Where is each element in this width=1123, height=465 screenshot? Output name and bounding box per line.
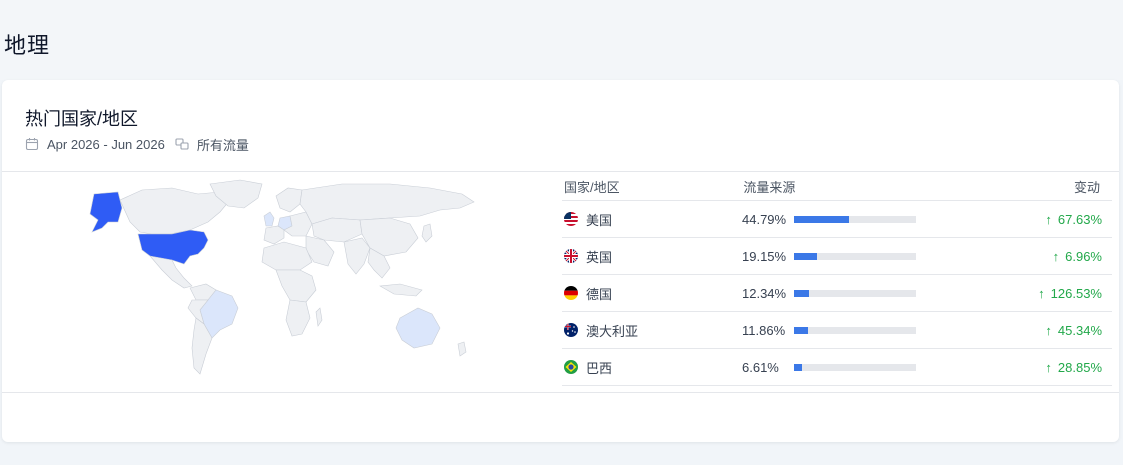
traffic-bar-fill [794, 326, 809, 334]
map-new-zealand [457, 341, 467, 357]
card-meta: Apr 2026 - Jun 2026 所有流量 [25, 135, 249, 153]
table-row[interactable]: 巴西 6.61% ↑ 28.85% [562, 349, 1112, 386]
traffic-bar-fill [794, 252, 818, 260]
world-map[interactable] [80, 178, 485, 378]
map-west-europe [263, 225, 285, 245]
calendar-icon [25, 137, 39, 151]
table-header: 国家/地区 流量来源 变动 [562, 172, 1112, 201]
table-row[interactable]: 德国 12.34% ↑ 126.53% [562, 275, 1112, 312]
change-value: ↑ 67.63% [1045, 211, 1102, 227]
map-north-africa [261, 241, 313, 271]
au-flag-icon [564, 323, 578, 337]
arrow-up-icon: ↑ [1045, 359, 1052, 375]
uk-flag-icon [564, 249, 578, 263]
traffic-bar [794, 252, 916, 260]
country-name: 英国 [586, 249, 613, 265]
header-traffic[interactable]: 流量来源 [743, 177, 932, 196]
traffic-percent: 19.15% [742, 248, 787, 264]
arrow-up-icon: ↑ [1052, 248, 1060, 264]
card-title: 热门国家/地区 [25, 109, 139, 129]
map-canada [119, 187, 231, 235]
map-united-states [137, 229, 209, 265]
map-united-kingdom [263, 211, 275, 227]
change-value: ↑ 6.96% [1052, 248, 1102, 264]
traffic-bar-fill [794, 363, 803, 371]
table-row[interactable]: 澳大利亚 11.86% ↑ 45.34% [562, 312, 1112, 349]
change-value: ↑ 28.85% [1045, 359, 1102, 375]
country-name: 美国 [586, 212, 613, 228]
us-flag-icon [564, 212, 578, 226]
page-header: 地理 [0, 0, 1123, 80]
traffic-percent: 6.61% [742, 359, 779, 375]
map-alaska [89, 191, 123, 233]
map-japan [421, 223, 433, 243]
map-central-asia [311, 217, 363, 243]
header-change[interactable]: 变动 [933, 177, 1112, 196]
divider [2, 392, 1119, 393]
map-scandinavia [275, 187, 303, 213]
country-name: 澳大利亚 [586, 323, 639, 339]
table-row[interactable]: 美国 44.79% ↑ 67.63% [562, 201, 1112, 238]
de-flag-icon [564, 286, 578, 300]
traffic-percent: 44.79% [742, 211, 787, 227]
traffic-filter-icon [175, 137, 189, 151]
change-value: ↑ 45.34% [1045, 322, 1102, 338]
arrow-up-icon: ↑ [1038, 285, 1045, 301]
date-range[interactable]: Apr 2026 - Jun 2026 [47, 137, 165, 152]
traffic-bar-fill [794, 289, 810, 297]
map-southern-africa [285, 299, 311, 337]
arrow-up-icon: ↑ [1045, 322, 1052, 338]
arrow-up-icon: ↑ [1045, 211, 1052, 227]
country-name: 德国 [586, 286, 613, 302]
map-central-africa [275, 269, 317, 303]
top-countries-card: 热门国家/地区 Apr 2026 - Jun 2026 所有流量 国家/地区 流… [2, 80, 1119, 442]
traffic-bar [794, 326, 916, 334]
traffic-bar [794, 289, 916, 297]
traffic-percent: 11.86% [742, 322, 786, 338]
br-flag-icon [564, 360, 578, 374]
traffic-percent: 12.34% [742, 285, 787, 301]
countries-table: 国家/地区 流量来源 变动 美国 44.79% ↑ 67.63% 英国 19.1… [562, 172, 1112, 386]
header-country[interactable]: 国家/地区 [562, 177, 743, 196]
map-india [343, 237, 371, 275]
table-row[interactable]: 英国 19.15% ↑ 6.96% [562, 238, 1112, 275]
change-value: ↑ 126.53% [1038, 285, 1102, 301]
country-name: 巴西 [586, 360, 613, 376]
page-title: 地理 [4, 33, 51, 58]
traffic-bar-fill [794, 215, 849, 223]
map-madagascar [315, 307, 323, 327]
map-australia [395, 307, 441, 349]
map-indonesia [379, 283, 423, 297]
traffic-bar [794, 215, 916, 223]
traffic-bar [794, 363, 916, 371]
traffic-filter[interactable]: 所有流量 [197, 135, 249, 154]
